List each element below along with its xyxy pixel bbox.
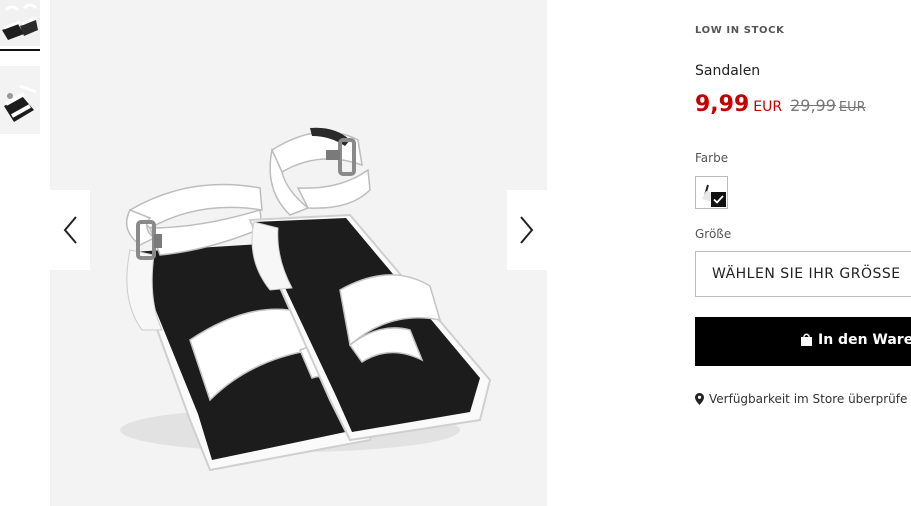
price-row: 9,99 EUR 29,99 EUR [695, 92, 866, 117]
store-availability-link[interactable]: Verfügbarkeit im Store überprüfe [695, 392, 907, 406]
check-icon [711, 192, 726, 207]
stock-status: LOW IN STOCK [695, 25, 785, 36]
thumbnail-2[interactable] [0, 66, 40, 134]
add-to-cart-label: In den Waren [818, 332, 911, 348]
product-title: Sandalen [695, 63, 761, 79]
product-info-panel: LOW IN STOCK Sandalen 9,99 EUR 29,99 EUR Fa… [695, 0, 911, 506]
gallery-next-button[interactable] [507, 190, 547, 270]
old-price-currency: EUR [838, 100, 866, 115]
product-image-sandals [50, 0, 547, 506]
shopping-bag-icon [801, 333, 812, 346]
old-price: 29,99 [790, 96, 836, 115]
thumbnail-1[interactable] [0, 0, 40, 46]
size-label: Größe [695, 227, 732, 241]
chevron-right-icon [520, 216, 534, 244]
store-availability-label: Verfügbarkeit im Store überprüfe [709, 392, 908, 406]
chevron-left-icon [63, 216, 77, 244]
add-to-cart-content: In den Waren [800, 332, 911, 348]
thumbnail-1-image [0, 0, 40, 46]
location-pin-icon [695, 393, 704, 405]
size-select-placeholder: WÄHLEN SIE IHR GRÖSSE [712, 266, 901, 282]
color-swatch-white[interactable] [695, 176, 728, 209]
thumbnail-active-indicator [0, 49, 40, 51]
add-to-cart-button[interactable]: In den Waren [695, 317, 911, 366]
size-select[interactable]: WÄHLEN SIE IHR GRÖSSE [695, 251, 911, 297]
color-label: Farbe [695, 151, 729, 165]
product-image-viewer [50, 0, 547, 506]
thumbnail-2-image [0, 66, 40, 134]
gallery-prev-button[interactable] [50, 190, 90, 270]
current-price: 9,99 [695, 92, 750, 117]
current-price-currency: EUR [753, 99, 783, 115]
